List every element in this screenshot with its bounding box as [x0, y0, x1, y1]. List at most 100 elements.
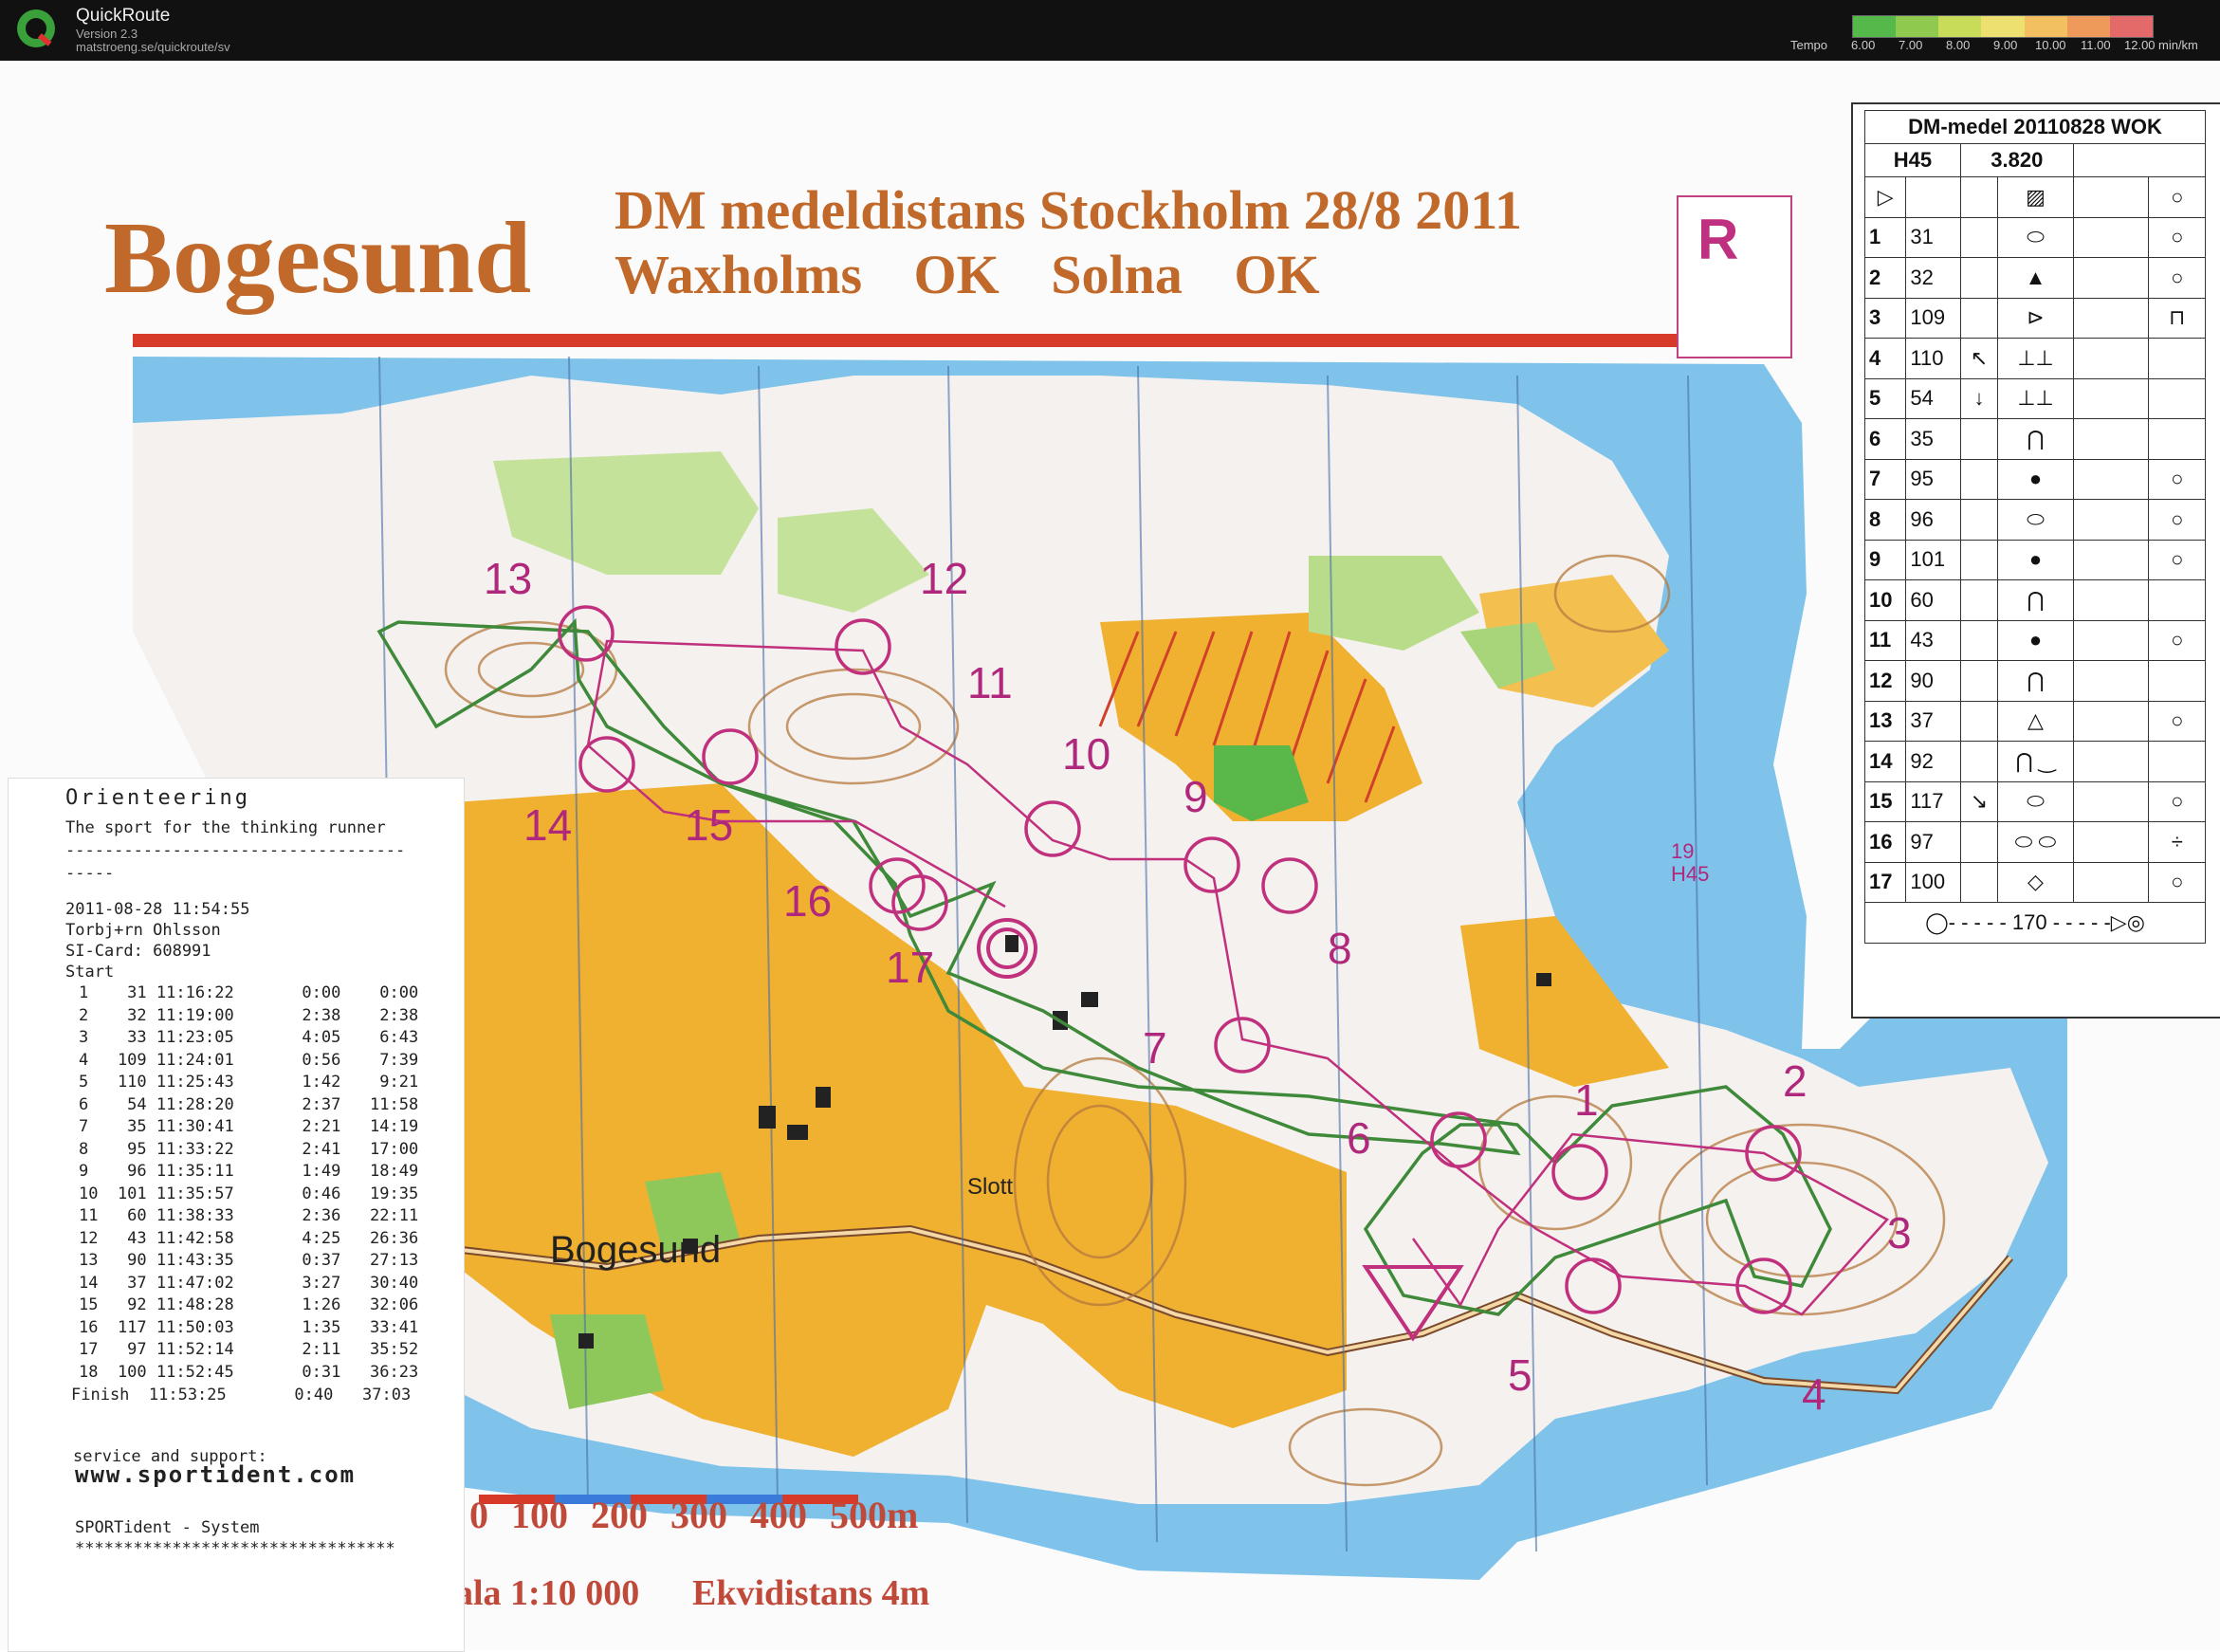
desc-code: 54: [1905, 377, 1961, 419]
receipt-split-line: 2 32 11:19:00 2:38 2:38: [79, 1005, 419, 1025]
control-number: 16: [783, 876, 832, 926]
desc-location: ○: [2148, 539, 2206, 580]
desc-code: 35: [1905, 418, 1961, 460]
receipt-split-line: 9 96 11:35:11 1:49 18:49: [79, 1162, 419, 1181]
desc-number: 17: [1863, 861, 1907, 903]
desc-cell: [2072, 458, 2150, 500]
receipt-split-line: 11 60 11:38:33 2:36 22:11: [79, 1206, 419, 1225]
desc-code: 92: [1905, 741, 1961, 782]
desc-feature: ◇: [1997, 861, 2074, 903]
desc-direction: ↓: [1959, 377, 1999, 419]
desc-class: H45: [1864, 143, 1961, 177]
control-number: 10: [1062, 729, 1110, 779]
desc-direction: [1959, 700, 1999, 742]
desc-direction: [1959, 418, 1999, 460]
desc-direction: [1959, 297, 1999, 339]
receipt-divider: -----: [65, 864, 115, 883]
desc-cell: [2072, 861, 2150, 903]
desc-location: ○: [2148, 458, 2206, 500]
desc-location: ⊓: [2148, 297, 2206, 339]
desc-code: 95: [1905, 458, 1961, 500]
desc-cell: [2072, 741, 2150, 782]
desc-location: ○: [2148, 619, 2206, 661]
desc-feature: ⬭ ⬭: [1997, 821, 2074, 863]
desc-cell: [2072, 579, 2150, 621]
desc-feature: ⬭: [1997, 216, 2074, 258]
desc-code: 96: [1905, 499, 1961, 541]
desc-location: [2148, 741, 2206, 782]
desc-row: 3 109 ⊳ ⊓: [1863, 297, 2206, 339]
map-organizers: Waxholms OK Solna OK: [615, 244, 1320, 305]
desc-code: 110: [1905, 338, 1961, 379]
desc-cell: [2072, 660, 2150, 702]
control-number: 17: [886, 943, 934, 992]
desc-rows: 1 31 ⬭ ○ 2 32 ▲ ○ 3 109 ⊳ ⊓ 4 110 ↖ ⊥⊥ 5 54 ↓ ⊥⊥ 6 35 ⋂ 7 95 ● ○ 8 9…: [1863, 216, 2206, 903]
desc-cell: [2072, 499, 2150, 541]
desc-row: 4 110 ↖ ⊥⊥: [1863, 338, 2206, 379]
desc-code: 32: [1905, 257, 1961, 299]
sportident-receipt: Orienteering The sport for the thinking …: [8, 778, 465, 1652]
receipt-split-line: 10 101 11:35:57 0:46 19:35: [79, 1184, 419, 1203]
desc-location: ○: [2148, 700, 2206, 742]
receipt-si-card: SI-Card: 608991: [65, 942, 211, 961]
desc-code: 117: [1905, 780, 1961, 822]
desc-code: 37: [1905, 700, 1961, 742]
desc-location: [2148, 377, 2206, 419]
tempo-color-segment: [1981, 16, 2025, 37]
desc-feature: ⊥⊥: [1997, 377, 2074, 419]
desc-cell: [2072, 821, 2150, 863]
desc-code: 97: [1905, 821, 1961, 863]
desc-length: 3.820: [1959, 143, 2074, 177]
desc-location: ○: [2148, 861, 2206, 903]
tempo-legend: Tempo 6.00 7.00 8.00 9.00 10.00 11.00 12…: [1790, 15, 2208, 55]
tempo-tick: 6.00: [1851, 38, 1876, 52]
control-number: 8: [1328, 924, 1352, 973]
receipt-split-line: 16 117 11:50:03 1:35 33:41: [79, 1317, 419, 1337]
tempo-color-segment: [1896, 16, 1939, 37]
desc-number: 10: [1863, 579, 1907, 621]
desc-feature: △: [1997, 700, 2074, 742]
receipt-split-line: 13 90 11:43:35 0:37 27:13: [79, 1251, 419, 1270]
receipt-divider: -----------------------------------: [65, 841, 406, 860]
finish-distance: 170: [2011, 909, 2047, 934]
desc-direction: [1959, 539, 1999, 580]
desc-feature: ⊳: [1997, 297, 2074, 339]
app-url: matstroeng.se/quickroute/sv: [76, 40, 230, 54]
desc-number: 12: [1863, 660, 1907, 702]
desc-number: 14: [1863, 741, 1907, 782]
control-number: 5: [1508, 1350, 1532, 1400]
desc-row: 17 100 ◇ ○: [1863, 861, 2206, 903]
map-subtitle: DM medeldistans Stockholm 28/8 2011: [615, 179, 1523, 241]
desc-event: DM-medel 20110828 WOK: [1864, 110, 2206, 144]
desc-number: 1: [1863, 216, 1907, 258]
desc-number: 8: [1863, 499, 1907, 541]
receipt-start: Start: [65, 963, 115, 982]
desc-row: 1 31 ⬭ ○: [1863, 216, 2206, 258]
tempo-tick: 12.00: [2124, 38, 2156, 52]
extra-class-label: H45: [1671, 862, 1710, 886]
desc-cell: [2072, 176, 2150, 218]
class-letter: R: [1697, 208, 1739, 271]
desc-direction: [1959, 660, 1999, 702]
desc-code: 60: [1905, 579, 1961, 621]
desc-number: 7: [1863, 458, 1907, 500]
control-number: 9: [1183, 772, 1208, 821]
desc-feature: ⋂: [1997, 418, 2074, 460]
slott-label: Slott: [967, 1174, 1014, 1200]
tempo-color-segment: [2109, 16, 2153, 37]
desc-cell: [2072, 338, 2150, 379]
desc-cell: [2072, 257, 2150, 299]
place-label: Bogesund: [550, 1229, 722, 1271]
desc-number: 4: [1863, 338, 1907, 379]
receipt-split-line: 4 109 11:24:01 0:56 7:39: [79, 1050, 419, 1070]
control-number: 4: [1802, 1369, 1826, 1419]
receipt-split-line: 18 100 11:52:45 0:31 36:23: [79, 1362, 419, 1382]
desc-row: 13 37 △ ○: [1863, 700, 2206, 742]
scale-label: ala 1:10 000: [455, 1573, 640, 1613]
desc-row: 2 32 ▲ ○: [1863, 257, 2206, 299]
desc-row: 7 95 ● ○: [1863, 458, 2206, 500]
tempo-color-segment: [2066, 16, 2110, 37]
desc-location: [2148, 338, 2206, 379]
desc-direction: ↖: [1959, 338, 1999, 379]
control-number: 11: [967, 658, 1013, 707]
